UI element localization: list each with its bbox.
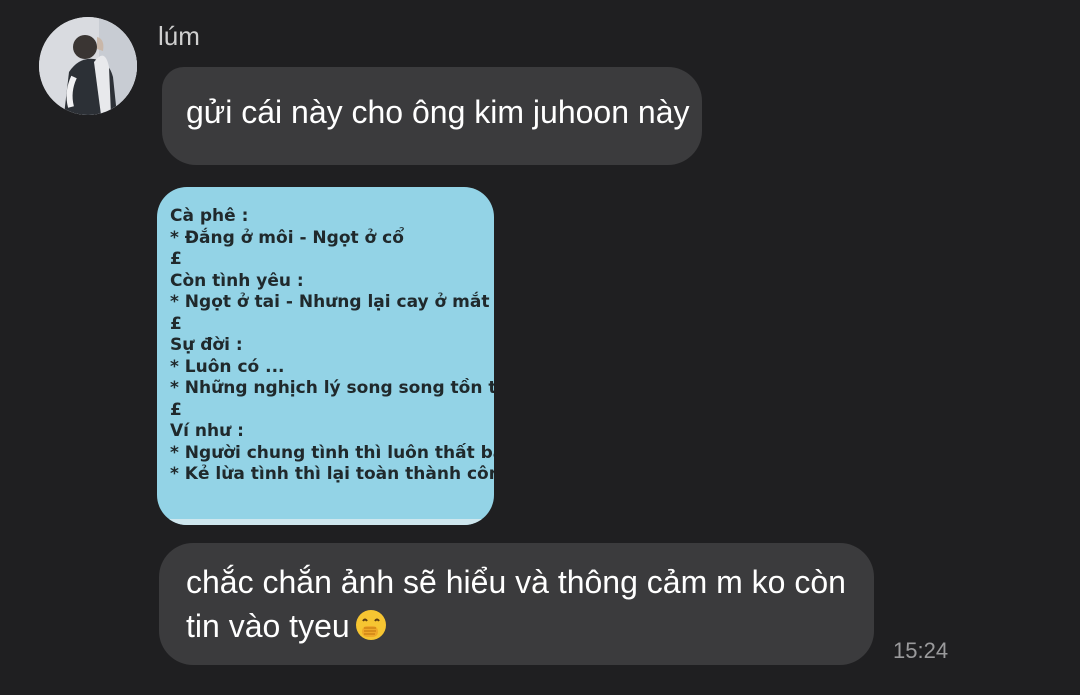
image-text-line: Sự đời :: [170, 335, 243, 355]
image-text-line: Còn tình yêu :: [170, 270, 304, 291]
image-text-line: Ví như :: [170, 421, 244, 441]
image-text: Cà phê : * Đắng ở môi - Ngọt ở cổ £ Còn …: [170, 206, 494, 486]
image-edge: [157, 519, 494, 525]
message-text-line: chắc chắn ảnh sẽ hiểu và thông cảm m ko …: [186, 564, 846, 600]
image-text-line: £: [170, 249, 182, 269]
message-bubble[interactable]: gửi cái này cho ông kim juhoon này: [162, 67, 702, 165]
shared-image[interactable]: Cà phê : * Đắng ở môi - Ngọt ở cổ £ Còn …: [157, 187, 494, 525]
message-text: gửi cái này cho ông kim juhoon này: [186, 94, 690, 130]
message-text: tin vào tyeu: [186, 608, 350, 644]
message-text-line: tin vào tyeu: [186, 604, 847, 648]
image-text-line: Cà phê :: [170, 206, 249, 226]
image-text-line: * Luôn có ...: [170, 356, 285, 377]
sender-name: lúm: [158, 21, 200, 51]
face-with-hand-over-mouth-icon: [354, 608, 388, 642]
image-text-line: * Kẻ lừa tình thì lại toàn thành công: [170, 464, 494, 484]
image-text-line: £: [170, 313, 182, 334]
image-text-line: * Những nghịch lý song song tồn tại: [170, 378, 494, 398]
image-text-line: * Người chung tình thì luôn thất bại: [170, 442, 494, 463]
image-text-line: £: [170, 399, 182, 420]
sender-avatar[interactable]: [39, 17, 137, 115]
message-bubble[interactable]: chắc chắn ảnh sẽ hiểu và thông cảm m ko …: [159, 543, 874, 665]
image-text-line: * Đắng ở môi - Ngọt ở cổ: [170, 227, 404, 248]
message-timestamp: 15:24: [893, 638, 949, 663]
image-text-line: * Ngọt ở tai - Nhưng lại cay ở mắt: [170, 292, 490, 312]
